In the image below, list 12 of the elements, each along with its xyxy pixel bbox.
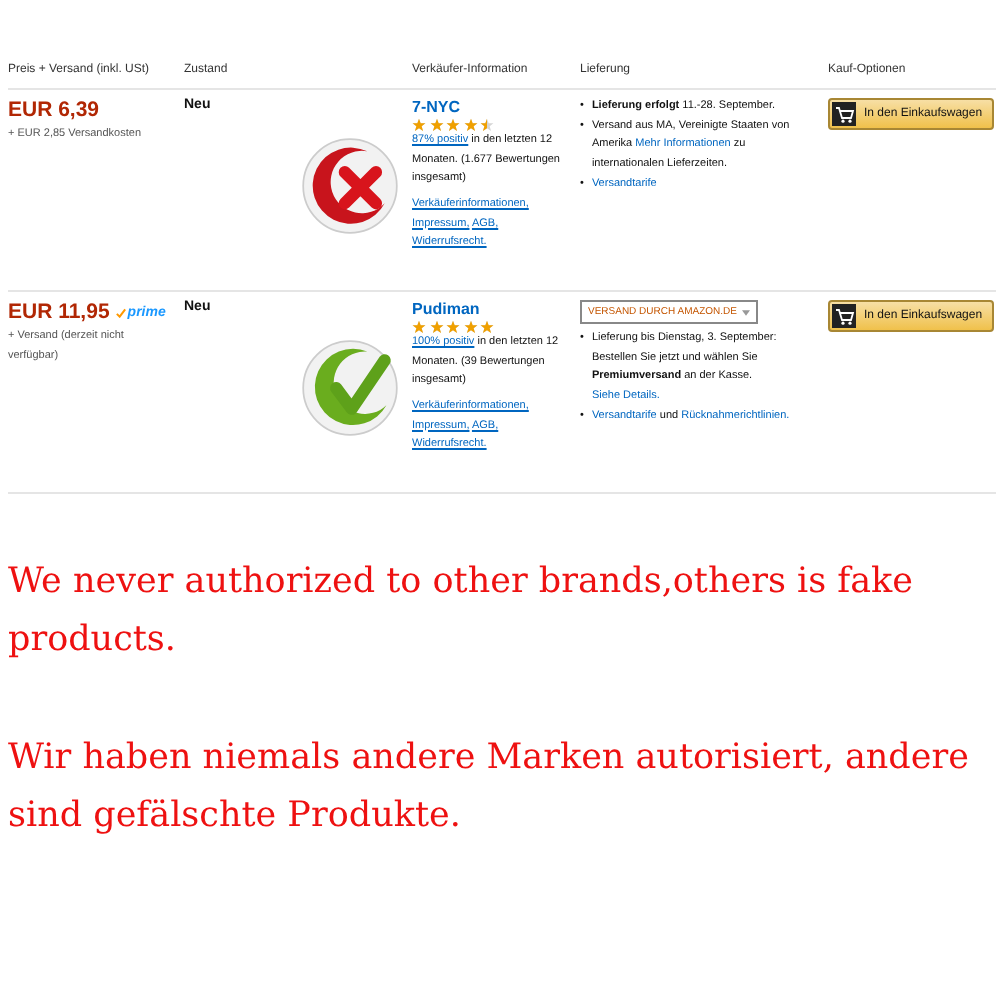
cross-badge-icon bbox=[298, 134, 402, 238]
caret-icon bbox=[742, 309, 751, 315]
notice-text: Wir haben niemals andere Marken autorisiert, andere sind gefälschte Produkte. bbox=[8, 735, 971, 840]
notice-text: We never authorized to other brands,others is fake products. bbox=[8, 560, 916, 664]
price: EUR 6,39 bbox=[8, 98, 100, 122]
cart-icon bbox=[832, 304, 856, 328]
check-badge-icon bbox=[298, 336, 402, 440]
seller-link[interactable]: 7-NYC bbox=[412, 98, 461, 116]
cart-icon bbox=[832, 102, 856, 126]
price: EUR 11,95 bbox=[8, 300, 110, 324]
seller-link[interactable]: Pudiman bbox=[412, 300, 480, 318]
check-icon bbox=[115, 307, 126, 317]
